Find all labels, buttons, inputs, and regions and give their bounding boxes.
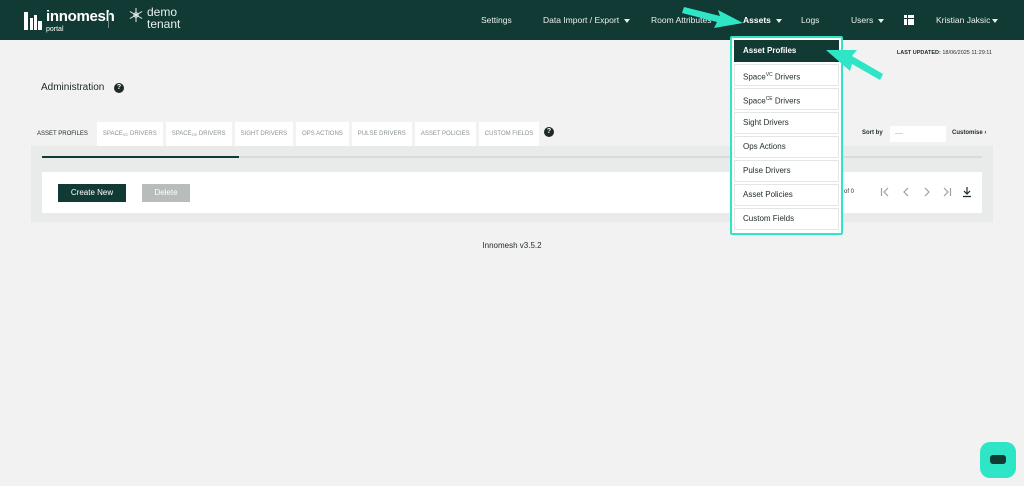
tab-progress-indicator — [42, 156, 239, 158]
tab-space-vc-drivers[interactable]: SPACE VC DRIVERS — [96, 122, 163, 146]
menu-item-ops-actions[interactable]: Ops Actions — [734, 136, 839, 158]
next-page-icon[interactable] — [922, 186, 932, 198]
tenant-line-2: tenant — [147, 17, 181, 31]
nav-data-import-export[interactable]: Data Import / Export — [543, 15, 631, 25]
chevron-down-icon — [992, 18, 999, 23]
chat-support-button[interactable] — [980, 442, 1016, 478]
tab-asset-policies[interactable]: ASSET POLICIES — [414, 122, 476, 146]
delete-button[interactable]: Delete — [142, 184, 190, 202]
nav-settings[interactable]: Settings — [481, 15, 512, 25]
tab-asset-profiles[interactable]: ASSET PROFILES — [31, 122, 94, 146]
admin-tabs: ASSET PROFILES SPACE VC DRIVERS SPACE CE D… — [31, 122, 542, 146]
page-title: Administration — [41, 82, 105, 93]
innomesh-logo[interactable]: innomesh portal — [24, 8, 115, 33]
top-navbar: innomesh portal demo tenant Settings Dat… — [0, 0, 1024, 40]
chat-icon — [990, 455, 1006, 464]
tab-custom-fields[interactable]: CUSTOM FIELDS — [478, 122, 540, 146]
menu-item-pulse-drivers[interactable]: Pulse Drivers — [734, 160, 839, 182]
first-page-icon[interactable] — [880, 186, 890, 198]
brand-name: innomesh — [46, 8, 115, 25]
tabs-help-icon[interactable]: ? — [544, 127, 554, 137]
nav-logs[interactable]: Logs — [801, 15, 819, 25]
version-label: Innomesh v3.5.2 — [482, 241, 542, 250]
tab-pulse-drivers[interactable]: PULSE DRIVERS — [351, 122, 412, 146]
nav-assets[interactable]: Assets — [743, 15, 782, 25]
tenant-logo: demo tenant — [128, 6, 180, 30]
chevron-down-icon — [775, 18, 782, 23]
sort-by-label: Sort by — [862, 130, 883, 136]
prev-page-icon[interactable] — [901, 186, 911, 198]
brand-sub: portal — [46, 26, 64, 33]
help-icon[interactable]: ? — [114, 83, 124, 93]
download-icon[interactable] — [962, 186, 972, 198]
chevron-down-icon — [624, 18, 631, 23]
chevron-down-icon — [878, 18, 885, 23]
menu-item-asset-policies[interactable]: Asset Policies — [734, 184, 839, 206]
logo-divider — [108, 12, 109, 28]
create-new-button[interactable]: Create New — [58, 184, 126, 202]
last-updated: LAST UPDATED: 18/06/2025 11:29:11 — [896, 50, 992, 56]
apps-grid-icon[interactable] — [904, 15, 914, 25]
tab-space-ce-drivers[interactable]: SPACE CE DRIVERS — [165, 122, 232, 146]
menu-item-space-ce-drivers[interactable]: SpaceCE Drivers — [734, 88, 839, 110]
menu-item-custom-fields[interactable]: Custom Fields — [734, 208, 839, 230]
snowflake-icon — [129, 8, 143, 22]
annotation-arrow-icon — [682, 7, 743, 28]
last-page-icon[interactable] — [942, 186, 952, 198]
user-menu[interactable]: Kristian Jaksic — [936, 15, 999, 25]
customise-button[interactable]: Customise › — [952, 130, 986, 136]
pager-count: of 0 — [844, 189, 855, 195]
tab-ops-actions[interactable]: OPS ACTIONS — [296, 122, 349, 146]
annotation-arrow-icon — [826, 50, 883, 80]
tab-sight-drivers[interactable]: SIGHT DRIVERS — [234, 122, 294, 146]
menu-item-sight-drivers[interactable]: Sight Drivers — [734, 112, 839, 134]
logo-mark-icon — [24, 12, 42, 30]
nav-users[interactable]: Users — [851, 15, 885, 25]
sort-by-select[interactable]: ---- — [890, 126, 946, 142]
